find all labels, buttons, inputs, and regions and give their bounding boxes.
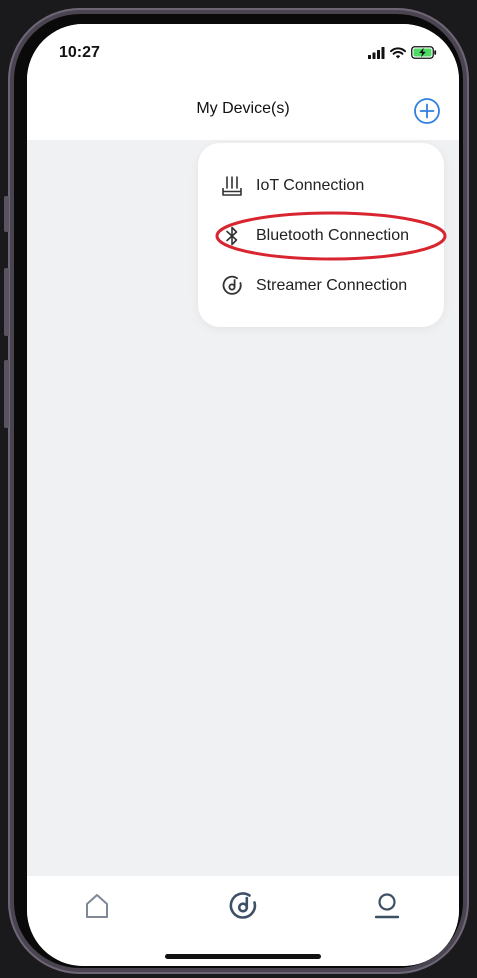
connection-menu: IoT Connection Bluetooth Connection Stre…	[198, 143, 444, 327]
tab-user[interactable]	[367, 886, 407, 926]
page-title: My Device(s)	[196, 100, 290, 117]
status-time: 10:27	[59, 44, 100, 61]
home-icon	[86, 894, 108, 918]
plus-circle-icon	[414, 98, 440, 124]
battery-charging-icon	[411, 46, 437, 64]
router-icon	[220, 174, 244, 198]
side-button-volume-down	[4, 360, 9, 428]
menu-item-label: Streamer Connection	[256, 277, 408, 294]
menu-item-streamer-connection[interactable]: Streamer Connection	[220, 271, 407, 301]
menu-item-iot-connection[interactable]: IoT Connection	[220, 171, 364, 201]
menu-item-label: IoT Connection	[256, 177, 365, 194]
status-bar: 10:27	[27, 24, 459, 88]
menu-item-label: Bluetooth Connection	[256, 227, 409, 244]
bluetooth-icon	[220, 224, 244, 248]
tab-bar	[27, 876, 459, 966]
signal-icon	[368, 46, 385, 64]
side-button-silent	[4, 196, 9, 232]
tab-home[interactable]	[77, 886, 117, 926]
tab-streamer[interactable]	[223, 886, 263, 926]
streamer-icon	[229, 892, 257, 919]
menu-item-bluetooth-connection[interactable]: Bluetooth Connection	[220, 221, 409, 251]
nav-bar: My Device(s)	[27, 88, 459, 140]
home-indicator[interactable]	[165, 954, 321, 959]
side-button-volume-up	[4, 268, 9, 336]
wifi-icon	[390, 46, 406, 64]
status-icons	[368, 46, 437, 64]
user-icon	[374, 893, 400, 919]
screen: 10:27 My Device(s) IoT Connection Blueto…	[27, 24, 459, 966]
add-device-button[interactable]	[413, 97, 441, 125]
streamer-icon	[220, 274, 244, 298]
